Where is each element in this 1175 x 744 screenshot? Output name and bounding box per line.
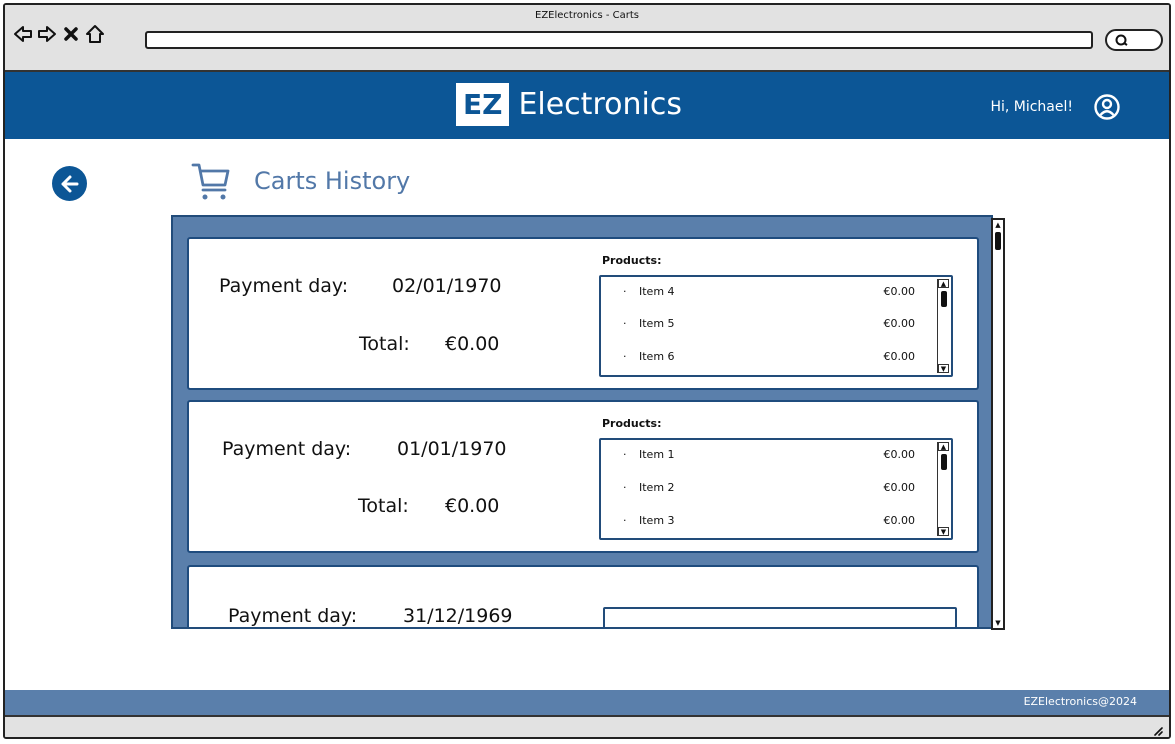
total-label: Total: (358, 495, 409, 517)
scroll-up-icon[interactable]: ▲ (938, 442, 949, 451)
list-item: · Item 5 €0.00 (601, 317, 933, 337)
back-button[interactable] (52, 166, 87, 201)
scroll-thumb[interactable] (941, 291, 947, 307)
footer-copyright: EZElectronics@2024 (1023, 695, 1137, 708)
list-item: · Item 1 €0.00 (601, 448, 933, 468)
products-list[interactable]: · Item 4 €0.00 · Item 5 €0.00 · Item 6 €… (599, 275, 953, 377)
products-scrollbar[interactable]: ▲ ▼ (937, 279, 949, 373)
window-title: EZElectronics - Carts (535, 10, 639, 21)
products-scrollbar[interactable]: ▲ ▼ (937, 442, 949, 536)
item-name: Item 1 (639, 448, 675, 461)
browser-status-bar (5, 715, 1169, 737)
scroll-up-icon[interactable]: ▲ (938, 279, 949, 288)
products-list[interactable]: · Item 1 €0.00 · Item 2 €0.00 · Item 3 €… (599, 438, 953, 540)
item-price: €0.00 (883, 481, 916, 494)
item-price: €0.00 (883, 514, 916, 527)
app-footer: EZElectronics@2024 (5, 690, 1169, 715)
item-name: Item 6 (639, 350, 675, 363)
total-label: Total: (359, 333, 410, 355)
bullet: · (623, 448, 627, 461)
scroll-down-icon[interactable]: ▼ (938, 527, 949, 536)
logo[interactable]: EZ Electronics (456, 83, 682, 126)
list-item: · Item 6 €0.00 (601, 350, 933, 370)
total-value: €0.00 (445, 333, 500, 355)
arrow-left-icon (61, 175, 78, 192)
forward-arrow-icon[interactable] (37, 24, 57, 44)
resize-grip-icon[interactable] (1151, 724, 1163, 736)
item-price: €0.00 (883, 350, 916, 363)
cart-card: Payment day: 01/01/1970 Total: €0.00 Pro… (187, 400, 979, 553)
list-item: · Item 4 €0.00 (601, 285, 933, 305)
item-price: €0.00 (883, 448, 916, 461)
home-icon[interactable] (85, 24, 105, 44)
scroll-down-icon[interactable]: ▼ (993, 618, 1003, 628)
stop-icon[interactable] (61, 24, 81, 44)
address-bar[interactable] (145, 31, 1093, 49)
item-name: Item 3 (639, 514, 675, 527)
back-arrow-icon[interactable] (13, 24, 33, 44)
carts-scrollbar[interactable]: ▲ ▼ (991, 218, 1005, 630)
list-item: · Item 2 €0.00 (601, 481, 933, 501)
page-title: Carts History (254, 167, 411, 195)
products-list[interactable] (603, 607, 957, 627)
browser-toolbar: EZElectronics - Carts (5, 5, 1169, 72)
products-label: Products: (602, 254, 662, 267)
payment-day-value: 01/01/1970 (397, 438, 507, 460)
app-header: EZ Electronics Hi, Michael! (5, 72, 1169, 139)
item-name: Item 4 (639, 285, 675, 298)
bullet: · (623, 285, 627, 298)
page-heading: Carts History (190, 160, 410, 202)
list-item: · Item 3 €0.00 (601, 514, 933, 534)
user-account-icon[interactable] (1093, 93, 1121, 121)
bullet: · (623, 481, 627, 494)
cart-icon (191, 163, 230, 200)
browser-nav (13, 24, 105, 44)
browser-search-button[interactable] (1105, 29, 1163, 51)
payment-day-label: Payment day: (228, 605, 358, 627)
scroll-thumb[interactable] (995, 232, 1001, 250)
user-greeting: Hi, Michael! (990, 99, 1073, 115)
products-label: Products: (602, 417, 662, 430)
scroll-down-icon[interactable]: ▼ (938, 364, 949, 373)
logo-badge: EZ (456, 83, 510, 126)
bullet: · (623, 350, 627, 363)
scroll-up-icon[interactable]: ▲ (993, 220, 1003, 230)
payment-day-value: 02/01/1970 (392, 275, 502, 297)
carts-list[interactable]: Payment day: 02/01/1970 Total: €0.00 Pro… (171, 215, 993, 629)
item-name: Item 2 (639, 481, 675, 494)
payment-day-label: Payment day: (222, 438, 352, 460)
scroll-thumb[interactable] (941, 454, 947, 470)
item-name: Item 5 (639, 317, 675, 330)
logo-text: Electronics (518, 87, 682, 122)
browser-window: EZElectronics - Carts EZ Electronics Hi,… (3, 3, 1171, 739)
item-price: €0.00 (883, 285, 916, 298)
payment-day-value: 31/12/1969 (403, 605, 513, 627)
item-price: €0.00 (883, 317, 916, 330)
bullet: · (623, 317, 627, 330)
total-value: €0.00 (445, 495, 500, 517)
bullet: · (623, 514, 627, 527)
cart-card: Payment day: 31/12/1969 (187, 565, 979, 627)
payment-day-label: Payment day: (219, 275, 349, 297)
cart-card: Payment day: 02/01/1970 Total: €0.00 Pro… (187, 237, 979, 390)
